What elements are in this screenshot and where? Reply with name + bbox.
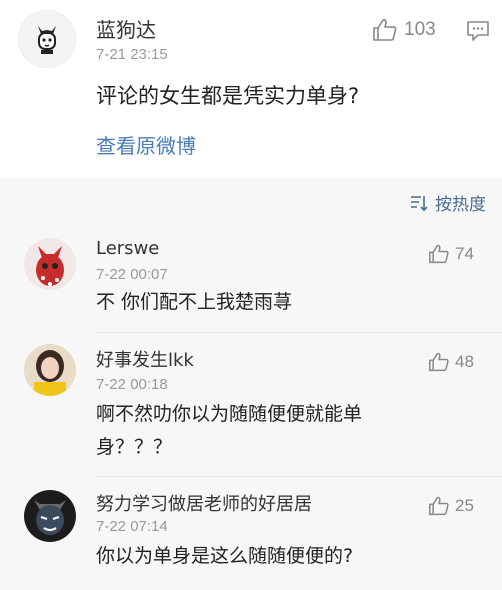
thumbs-up-icon <box>429 244 449 264</box>
post-timestamp: 7-21 23:15 <box>96 46 168 63</box>
commenter-avatar[interactable] <box>24 490 76 542</box>
comment-like-button[interactable]: 48 <box>428 352 474 372</box>
comment-item: 努力学习做居老师的好居居 7-22 07:14 你以为单身是这么随随便便的? 2… <box>0 480 502 590</box>
comment-like-count: 74 <box>455 244 474 263</box>
thumbs-up-icon <box>373 19 397 41</box>
post-content: 评论的女生都是凭实力单身? <box>96 84 360 108</box>
commenter-name[interactable]: Lerswe <box>96 238 159 259</box>
comment-time: 7-22 00:18 <box>96 376 168 393</box>
sort-icon <box>411 195 428 211</box>
avatar-image-icon <box>24 344 76 396</box>
divider <box>96 332 502 333</box>
comment-like-count: 48 <box>455 352 474 371</box>
post-author-avatar[interactable] <box>18 10 76 68</box>
comment-item: 好事发生lkk 7-22 00:18 啊不然叻你以为随随便便就能单身？？？ 48 <box>0 338 502 474</box>
commenter-avatar[interactable] <box>24 238 76 290</box>
comment-like-count: 25 <box>455 496 474 515</box>
thumbs-up-icon <box>429 496 449 516</box>
comments-section: 按热度 Lerswe 7-22 00:07 不 你们配不上我楚雨荨 74 好事发… <box>0 178 502 590</box>
comment-text: 不 你们配不上我楚雨荨 <box>96 291 293 313</box>
avatar-image-icon <box>24 490 76 542</box>
comment-bubble-icon <box>467 21 489 41</box>
comment-button[interactable] <box>466 20 490 46</box>
divider <box>96 476 502 477</box>
commenter-name[interactable]: 好事发生lkk <box>96 346 194 372</box>
dog-logo-icon <box>38 26 56 54</box>
post-like-count: 103 <box>404 19 436 40</box>
view-original-weibo-link[interactable]: 查看原微博 <box>96 130 196 159</box>
commenter-avatar[interactable] <box>24 344 76 396</box>
post-author-name[interactable]: 蓝狗达 <box>96 14 156 43</box>
post-like-button[interactable]: 103 <box>372 18 436 42</box>
avatar-image-icon <box>24 238 76 290</box>
comment-item: Lerswe 7-22 00:07 不 你们配不上我楚雨荨 74 <box>0 228 502 330</box>
comment-time: 7-22 00:07 <box>96 266 168 283</box>
comment-time: 7-22 07:14 <box>96 518 168 535</box>
commenter-name[interactable]: 努力学习做居老师的好居居 <box>96 490 312 516</box>
sort-by-hot-button[interactable]: 按热度 <box>409 190 486 215</box>
comment-like-button[interactable]: 74 <box>428 244 474 264</box>
comment-text: 啊不然叻你以为随随便便就能单身？？？ <box>96 403 363 458</box>
thumbs-up-icon <box>429 352 449 372</box>
main-post: 蓝狗达 7-21 23:15 评论的女生都是凭实力单身? 查看原微博 103 <box>0 0 502 178</box>
sort-label: 按热度 <box>435 195 486 215</box>
comment-like-button[interactable]: 25 <box>428 496 474 516</box>
comment-text: 你以为单身是这么随随便便的? <box>96 545 354 567</box>
